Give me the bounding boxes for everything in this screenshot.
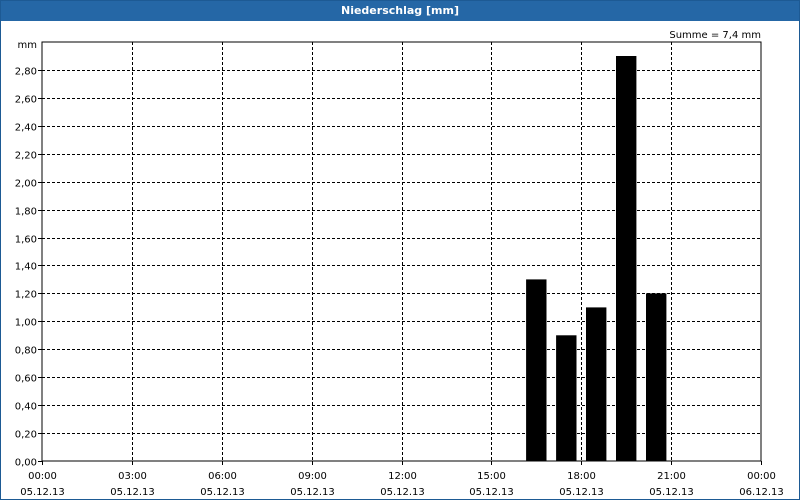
x-tick-date-label: 05.12.13 bbox=[649, 487, 694, 498]
x-tick-time-label: 15:00 bbox=[477, 471, 506, 482]
chart-window: Niederschlag [mm] 0,00 0,20 0,40 0,60 0,80 1,… bbox=[0, 0, 800, 500]
precipitation-bar bbox=[586, 307, 607, 461]
y-tick-label: 0,80 bbox=[15, 346, 37, 357]
x-tick-date-label: 05.12.13 bbox=[380, 487, 425, 498]
y-tick-label: 0,40 bbox=[15, 402, 37, 413]
x-tick-time-label: 00:00 bbox=[28, 471, 57, 482]
x-tick-date-label: 05.12.13 bbox=[110, 487, 155, 498]
precipitation-bar bbox=[556, 335, 577, 461]
y-tick-label: 2,40 bbox=[15, 123, 37, 134]
x-tick-time-label: 21:00 bbox=[657, 471, 686, 482]
x-tick-date-label: 05.12.13 bbox=[290, 487, 335, 498]
x-tick-time-label: 09:00 bbox=[298, 471, 327, 482]
x-tick-time-label: 12:00 bbox=[388, 471, 417, 482]
x-tick-time-label: 00:00 bbox=[747, 471, 776, 482]
y-tick-label: 2,20 bbox=[15, 151, 37, 162]
y-tick-label: 0,60 bbox=[15, 374, 37, 385]
x-tick-date-label: 05.12.13 bbox=[200, 487, 245, 498]
precipitation-bar bbox=[646, 293, 667, 461]
y-tick-label: 2,00 bbox=[15, 179, 37, 190]
y-tick-label: 1,80 bbox=[15, 207, 37, 218]
x-tick-time-label: 18:00 bbox=[567, 471, 596, 482]
y-tick-label: 1,20 bbox=[15, 290, 37, 301]
sum-annotation: Summe = 7,4 mm bbox=[669, 30, 761, 41]
x-tick-date-label: 05.12.13 bbox=[559, 487, 604, 498]
x-tick-time-label: 06:00 bbox=[208, 471, 237, 482]
precipitation-bar bbox=[526, 279, 547, 461]
y-tick-label: 2,80 bbox=[15, 67, 37, 78]
y-tick-label: 2,60 bbox=[15, 95, 37, 106]
y-axis-label: mm bbox=[18, 40, 37, 51]
y-tick-label: 1,60 bbox=[15, 235, 37, 246]
x-tick-date-label: 05.12.13 bbox=[20, 487, 65, 498]
precipitation-bar bbox=[616, 56, 637, 461]
y-tick-label: 0,20 bbox=[15, 430, 37, 441]
y-tick-label: 0,00 bbox=[15, 458, 37, 469]
x-tick-date-label: 05.12.13 bbox=[469, 487, 514, 498]
x-tick-time-label: 03:00 bbox=[118, 471, 147, 482]
chart-title: Niederschlag [mm] bbox=[1, 1, 799, 21]
precipitation-chart: 0,00 0,20 0,40 0,60 0,80 1,00 1,20 1,40 1,60 1,80… bbox=[15, 30, 784, 498]
y-tick-label: 1,00 bbox=[15, 318, 37, 329]
y-tick-label: 1,40 bbox=[15, 262, 37, 273]
x-tick-date-label: 06.12.13 bbox=[739, 487, 784, 498]
